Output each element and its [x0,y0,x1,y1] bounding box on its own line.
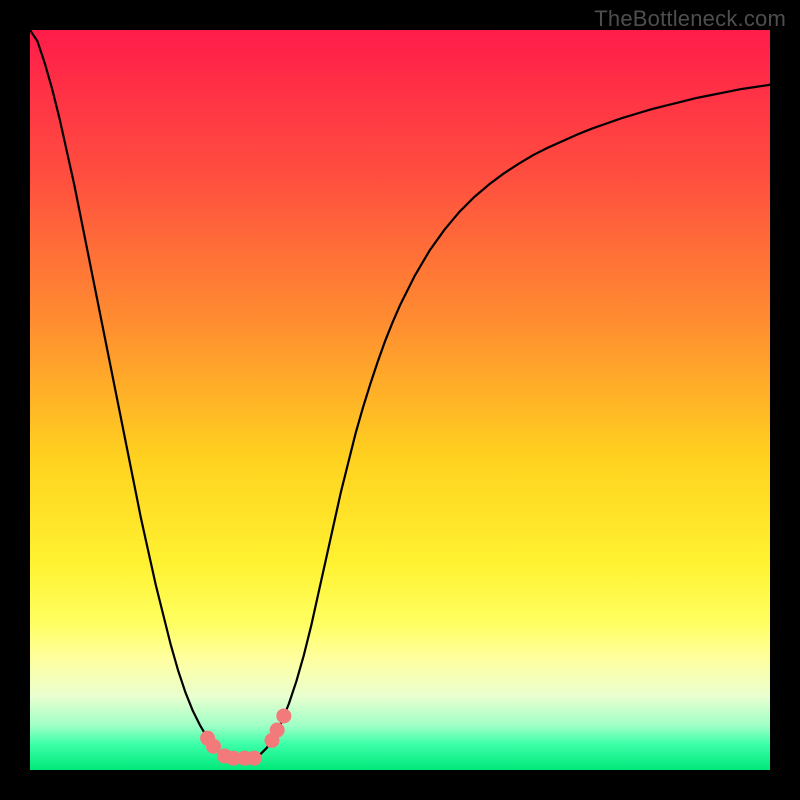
marker-dot [270,723,284,737]
plot-area [30,30,770,770]
chart-svg [30,30,770,770]
watermark-text: TheBottleneck.com [594,6,786,32]
marker-dot [277,709,291,723]
marker-dot [207,739,221,753]
marker-dot [247,751,261,765]
chart-frame: TheBottleneck.com [0,0,800,800]
gradient-background [30,30,770,770]
